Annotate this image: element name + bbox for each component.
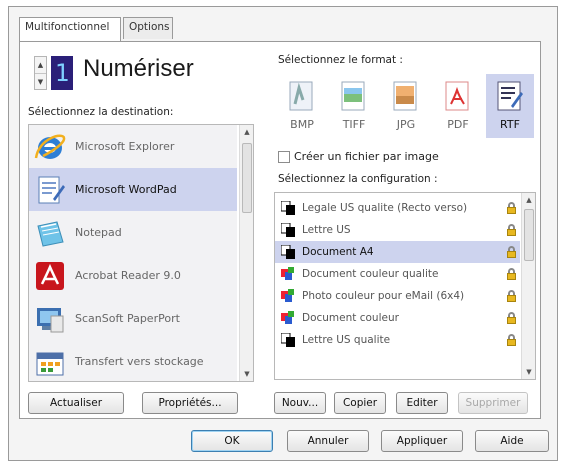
lock-icon bbox=[507, 268, 516, 280]
configuration-item[interactable]: Lettre US bbox=[275, 219, 520, 241]
lock-icon bbox=[507, 246, 516, 258]
color-document-icon bbox=[281, 267, 295, 281]
jpg-icon bbox=[391, 80, 421, 112]
configuration-label: Lettre US bbox=[302, 224, 351, 236]
storage-transfer-icon bbox=[33, 345, 67, 379]
format-label: TIFF bbox=[342, 118, 366, 131]
scroll-down-icon[interactable]: ▼ bbox=[240, 367, 253, 381]
format-label: BMP bbox=[290, 118, 314, 131]
bmp-icon bbox=[287, 80, 317, 112]
copy-config-button[interactable]: Copier bbox=[334, 392, 386, 414]
configuration-heading: Sélectionnez la configuration : bbox=[278, 173, 438, 185]
tab-multifonctionnel[interactable]: Multifonctionnel bbox=[19, 17, 121, 41]
ok-button[interactable]: OK bbox=[191, 430, 273, 452]
rtf-icon bbox=[495, 80, 525, 112]
bw-document-icon bbox=[280, 200, 295, 215]
destination-scrollbar[interactable]: ▲ ▼ bbox=[239, 125, 253, 381]
help-button[interactable]: Aide bbox=[475, 430, 549, 452]
destination-item[interactable]: ScanSoft PaperPort bbox=[29, 297, 237, 340]
format-tiff[interactable]: TIFF bbox=[330, 74, 378, 138]
destination-item[interactable]: Microsoft Explorer bbox=[29, 125, 237, 168]
wordpad-icon bbox=[33, 173, 67, 207]
properties-button[interactable]: Propriétés... bbox=[142, 392, 238, 414]
one-file-per-image-checkbox[interactable]: Créer un fichier par image bbox=[278, 150, 439, 163]
notepad-icon bbox=[33, 216, 67, 250]
edit-config-button[interactable]: Editer bbox=[396, 392, 448, 414]
format-jpg[interactable]: JPG bbox=[382, 74, 430, 138]
scroll-thumb[interactable] bbox=[524, 209, 534, 261]
tiff-icon bbox=[339, 80, 369, 112]
dialog-window: Multifonctionnel Options ▲ ▼ 1 Numériser… bbox=[8, 6, 558, 461]
configuration-item[interactable]: Document couleur qualite bbox=[275, 263, 520, 285]
lock-icon bbox=[507, 312, 516, 324]
format-label: RTF bbox=[500, 118, 520, 131]
lock-icon bbox=[507, 290, 516, 302]
lock-icon bbox=[507, 224, 516, 236]
destination-label: Notepad bbox=[75, 226, 122, 239]
new-config-button[interactable]: Nouv... bbox=[274, 392, 326, 414]
configuration-label: Photo couleur pour eMail (6x4) bbox=[302, 290, 465, 302]
configuration-item[interactable]: Document A4 bbox=[275, 241, 520, 263]
scan-title: Numériser bbox=[83, 55, 194, 82]
scroll-thumb[interactable] bbox=[242, 143, 252, 213]
configuration-item[interactable]: Document couleur bbox=[275, 307, 520, 329]
checkbox-label: Créer un fichier par image bbox=[294, 150, 439, 163]
paperport-icon bbox=[33, 302, 67, 336]
configuration-label: Document couleur bbox=[302, 312, 399, 324]
tab-options[interactable]: Options bbox=[123, 17, 173, 39]
scroll-down-icon[interactable]: ▼ bbox=[522, 365, 535, 379]
configuration-list[interactable]: Legale US qualite (Recto verso) Lettre U… bbox=[274, 192, 536, 380]
destination-label: Acrobat Reader 9.0 bbox=[75, 269, 181, 282]
delete-config-button[interactable]: Supprimer bbox=[458, 392, 528, 414]
lock-icon bbox=[507, 334, 516, 346]
configuration-label: Lettre US qualite bbox=[302, 334, 391, 346]
color-document-icon bbox=[281, 289, 295, 303]
acrobat-reader-icon bbox=[33, 259, 67, 293]
bw-document-icon bbox=[280, 222, 295, 237]
destination-list[interactable]: Microsoft Explorer Microsoft WordPad Not… bbox=[28, 124, 254, 382]
configuration-scrollbar[interactable]: ▲ ▼ bbox=[521, 193, 535, 379]
spin-down-icon[interactable]: ▼ bbox=[35, 73, 46, 89]
configuration-label: Legale US qualite (Recto verso) bbox=[302, 202, 468, 214]
lock-icon bbox=[507, 202, 516, 214]
format-label: JPG bbox=[396, 118, 416, 131]
apply-button[interactable]: Appliquer bbox=[381, 430, 463, 452]
color-document-icon bbox=[281, 311, 295, 325]
format-label: PDF bbox=[447, 118, 469, 131]
configuration-label: Document couleur qualite bbox=[302, 268, 439, 280]
scroll-up-icon[interactable]: ▲ bbox=[522, 193, 535, 207]
main-panel: ▲ ▼ 1 Numériser Sélectionnez la destinat… bbox=[19, 41, 541, 419]
checkbox-box[interactable] bbox=[278, 150, 290, 163]
scan-button-number: 1 bbox=[51, 56, 73, 90]
configuration-item[interactable]: Legale US qualite (Recto verso) bbox=[275, 197, 520, 219]
destination-item[interactable]: Acrobat Reader 9.0 bbox=[29, 254, 237, 297]
destination-item[interactable]: Microsoft WordPad bbox=[29, 168, 237, 211]
destination-label: ScanSoft PaperPort bbox=[75, 312, 180, 325]
destination-label: Microsoft WordPad bbox=[75, 183, 177, 196]
bw-document-icon bbox=[280, 332, 295, 347]
cancel-button[interactable]: Annuler bbox=[287, 430, 369, 452]
scroll-up-icon[interactable]: ▲ bbox=[240, 125, 253, 139]
format-rtf[interactable]: RTF bbox=[486, 74, 534, 138]
pdf-icon bbox=[443, 80, 473, 112]
internet-explorer-icon bbox=[33, 130, 67, 164]
configuration-label: Document A4 bbox=[302, 246, 374, 258]
format-selector: BMP TIFF JPG PDF RTF bbox=[278, 74, 540, 138]
destination-item[interactable]: Notepad bbox=[29, 211, 237, 254]
format-heading: Sélectionnez le format : bbox=[278, 54, 403, 66]
spin-up-icon[interactable]: ▲ bbox=[35, 57, 46, 73]
format-pdf[interactable]: PDF bbox=[434, 74, 482, 138]
bw-document-icon bbox=[280, 244, 295, 259]
configuration-item[interactable]: Photo couleur pour eMail (6x4) bbox=[275, 285, 520, 307]
format-bmp[interactable]: BMP bbox=[278, 74, 326, 138]
destination-heading: Sélectionnez la destination: bbox=[28, 106, 174, 118]
scan-button-spinner[interactable]: ▲ ▼ bbox=[34, 56, 47, 90]
destination-item[interactable]: Transfert vers stockage bbox=[29, 340, 237, 381]
configuration-item[interactable]: Lettre US qualite bbox=[275, 329, 520, 351]
destination-label: Microsoft Explorer bbox=[75, 140, 175, 153]
destination-label: Transfert vers stockage bbox=[75, 355, 204, 368]
refresh-button[interactable]: Actualiser bbox=[28, 392, 124, 414]
